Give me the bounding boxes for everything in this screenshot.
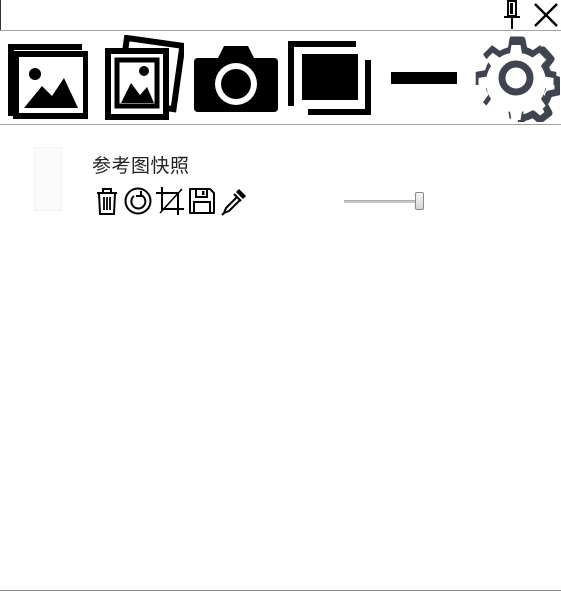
image-icon xyxy=(8,43,88,119)
images-stack-icon xyxy=(105,34,184,120)
snapshot-thumbnail[interactable] xyxy=(34,147,62,211)
pin-button[interactable] xyxy=(499,0,525,30)
color-picker-button[interactable] xyxy=(219,185,249,217)
trash-icon xyxy=(97,188,117,215)
slider-track xyxy=(344,200,420,203)
minimize-icon xyxy=(391,71,457,84)
snapshot-window: 参考图快照 xyxy=(0,0,561,592)
settings-button[interactable] xyxy=(472,31,560,124)
close-button[interactable] xyxy=(530,0,561,30)
window-restore-icon xyxy=(288,40,371,115)
minimize-button[interactable] xyxy=(386,31,462,124)
snapshot-list: 参考图快照 xyxy=(0,125,561,590)
slider-thumb[interactable] xyxy=(415,192,424,210)
capture-button[interactable] xyxy=(190,31,282,124)
rotate-button[interactable] xyxy=(123,185,153,217)
delete-button[interactable] xyxy=(92,185,122,217)
snapshot-title: 参考图快照 xyxy=(92,155,190,177)
item-toolbar xyxy=(92,185,424,217)
eyedropper-icon xyxy=(221,189,246,216)
crop-icon xyxy=(156,187,184,215)
open-images-button[interactable] xyxy=(94,31,186,124)
save-icon xyxy=(189,188,215,214)
rotate-icon xyxy=(124,187,152,215)
pin-icon xyxy=(504,0,520,29)
open-image-button[interactable] xyxy=(2,31,90,124)
opacity-slider[interactable] xyxy=(344,191,428,211)
gear-icon xyxy=(475,36,560,122)
titlebar xyxy=(0,0,561,30)
toolbar xyxy=(0,31,561,124)
window-bottom-border xyxy=(0,590,561,591)
camera-icon xyxy=(194,45,278,112)
crop-button[interactable] xyxy=(155,185,185,217)
close-icon xyxy=(533,3,558,27)
restore-window-button[interactable] xyxy=(285,31,375,124)
list-item[interactable]: 参考图快照 xyxy=(0,125,561,225)
save-button[interactable] xyxy=(187,185,217,217)
